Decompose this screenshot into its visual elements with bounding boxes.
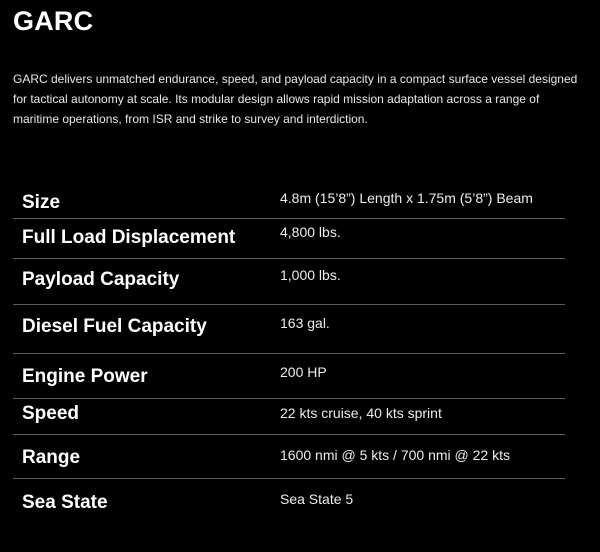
- spec-value: 163 gal.: [280, 315, 330, 331]
- spec-label: Diesel Fuel Capacity: [22, 316, 207, 337]
- page-title: GARC: [13, 6, 94, 36]
- spec-value: 4,800 lbs.: [280, 224, 341, 240]
- product-description: GARC delivers unmatched endurance, speed…: [13, 72, 578, 126]
- spec-row-engine-power: Engine Power 200 HP: [13, 354, 565, 399]
- spec-row-range: Range 1600 nmi @ 5 kts / 700 nmi @ 22 kt…: [13, 435, 565, 479]
- spec-label: Payload Capacity: [22, 269, 180, 290]
- spec-label: Range: [22, 447, 81, 468]
- spec-row-sea-state: Sea State Sea State 5: [13, 479, 565, 529]
- spec-value: 200 HP: [280, 364, 327, 380]
- spec-row-size: Size 4.8m (15’8”) Length x 1.75m (5’8”) …: [13, 183, 565, 219]
- spec-label: Speed: [22, 403, 80, 424]
- spec-label: Engine Power: [22, 366, 148, 387]
- spec-label: Size: [22, 192, 61, 213]
- spec-row-speed: Speed 22 kts cruise, 40 kts sprint: [13, 399, 565, 435]
- spec-label: Full Load Displacement: [22, 227, 236, 248]
- spec-value: 4.8m (15’8”) Length x 1.75m (5’8”) Beam: [280, 190, 533, 206]
- spec-value: 1600 nmi @ 5 kts / 700 nmi @ 22 kts: [280, 447, 510, 463]
- spec-table: Size 4.8m (15’8”) Length x 1.75m (5’8”) …: [13, 183, 565, 529]
- spec-value: Sea State 5: [280, 491, 354, 507]
- spec-row-payload-capacity: Payload Capacity 1,000 lbs.: [13, 259, 565, 305]
- spec-row-diesel-fuel-capacity: Diesel Fuel Capacity 163 gal.: [13, 305, 565, 354]
- spec-label: Sea State: [22, 492, 108, 513]
- spec-value: 1,000 lbs.: [280, 267, 341, 283]
- spec-value: 22 kts cruise, 40 kts sprint: [280, 405, 442, 421]
- spec-row-full-load-displacement: Full Load Displacement 4,800 lbs.: [13, 219, 565, 259]
